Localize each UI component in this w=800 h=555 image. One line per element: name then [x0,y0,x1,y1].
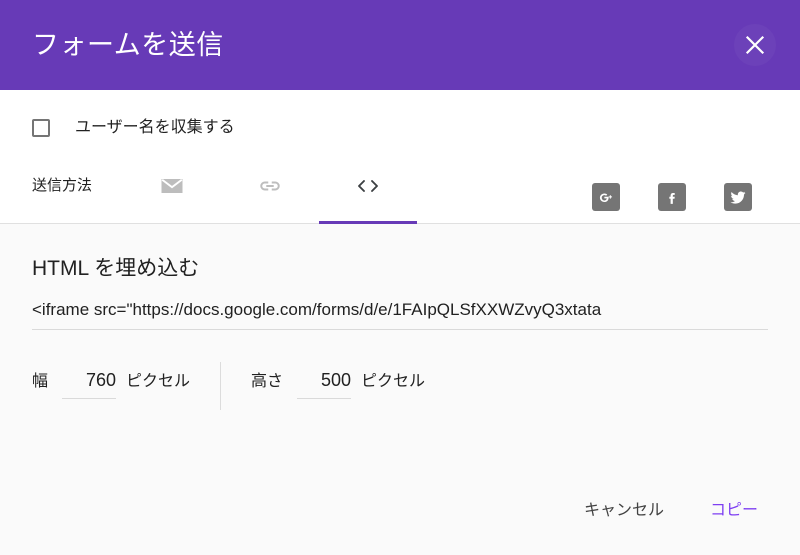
checkbox-box-icon[interactable] [32,119,50,137]
send-method-tabs [123,166,418,224]
embed-height-label: 高さ [251,373,284,390]
dialog-title: フォームを送信 [32,29,224,60]
copy-button[interactable]: コピー [700,495,768,527]
collect-username-checkbox[interactable]: ユーザー名を収集する [32,119,235,137]
size-divider [220,362,222,410]
link-icon [256,172,284,200]
embed-width-group: 幅 760 ピクセル [32,370,190,399]
tab-embed[interactable] [319,166,418,224]
tab-link[interactable] [221,166,319,224]
embed-width-label: 幅 [32,373,49,390]
embed-width-input[interactable]: 760 [62,370,117,399]
share-facebook-button[interactable] [658,183,686,211]
google-plus-icon [597,188,616,207]
cancel-button[interactable]: キャンセル [574,495,674,527]
share-google-plus-button[interactable] [592,183,620,211]
embed-section: HTML を埋め込む <iframe src="https://docs.goo… [0,224,800,555]
share-twitter-button[interactable] [724,183,752,211]
code-icon [353,172,383,200]
dialog-options-section: ユーザー名を収集する 送信方法 [0,90,800,224]
embed-size-row: 幅 760 ピクセル 高さ 500 ピクセル [32,362,425,418]
send-form-dialog: フォームを送信 ユーザー名を収集する 送信方法 HTML を埋め込む <ifra… [0,0,800,555]
social-share-buttons [592,166,752,211]
embed-code-value: <iframe src="https://docs.google.com/for… [32,300,602,319]
embed-code-field[interactable]: <iframe src="https://docs.google.com/for… [32,300,768,331]
embed-height-input[interactable]: 500 [297,370,352,399]
dialog-header: フォームを送信 [0,0,800,90]
close-icon [744,34,766,56]
dialog-footer: キャンセル コピー [574,495,768,527]
close-button[interactable] [734,24,776,66]
send-method-label: 送信方法 [32,177,93,194]
embed-height-unit: ピクセル [361,373,426,390]
embed-width-unit: ピクセル [126,373,191,390]
collect-username-label: ユーザー名を収集する [75,119,235,136]
facebook-icon [663,188,682,207]
embed-height-group: 高さ 500 ピクセル [251,370,425,399]
send-method-row: 送信方法 [0,166,800,224]
tab-email[interactable] [123,166,221,224]
email-icon [158,172,186,200]
embed-heading: HTML を埋め込む [32,257,200,280]
twitter-icon [728,187,748,207]
